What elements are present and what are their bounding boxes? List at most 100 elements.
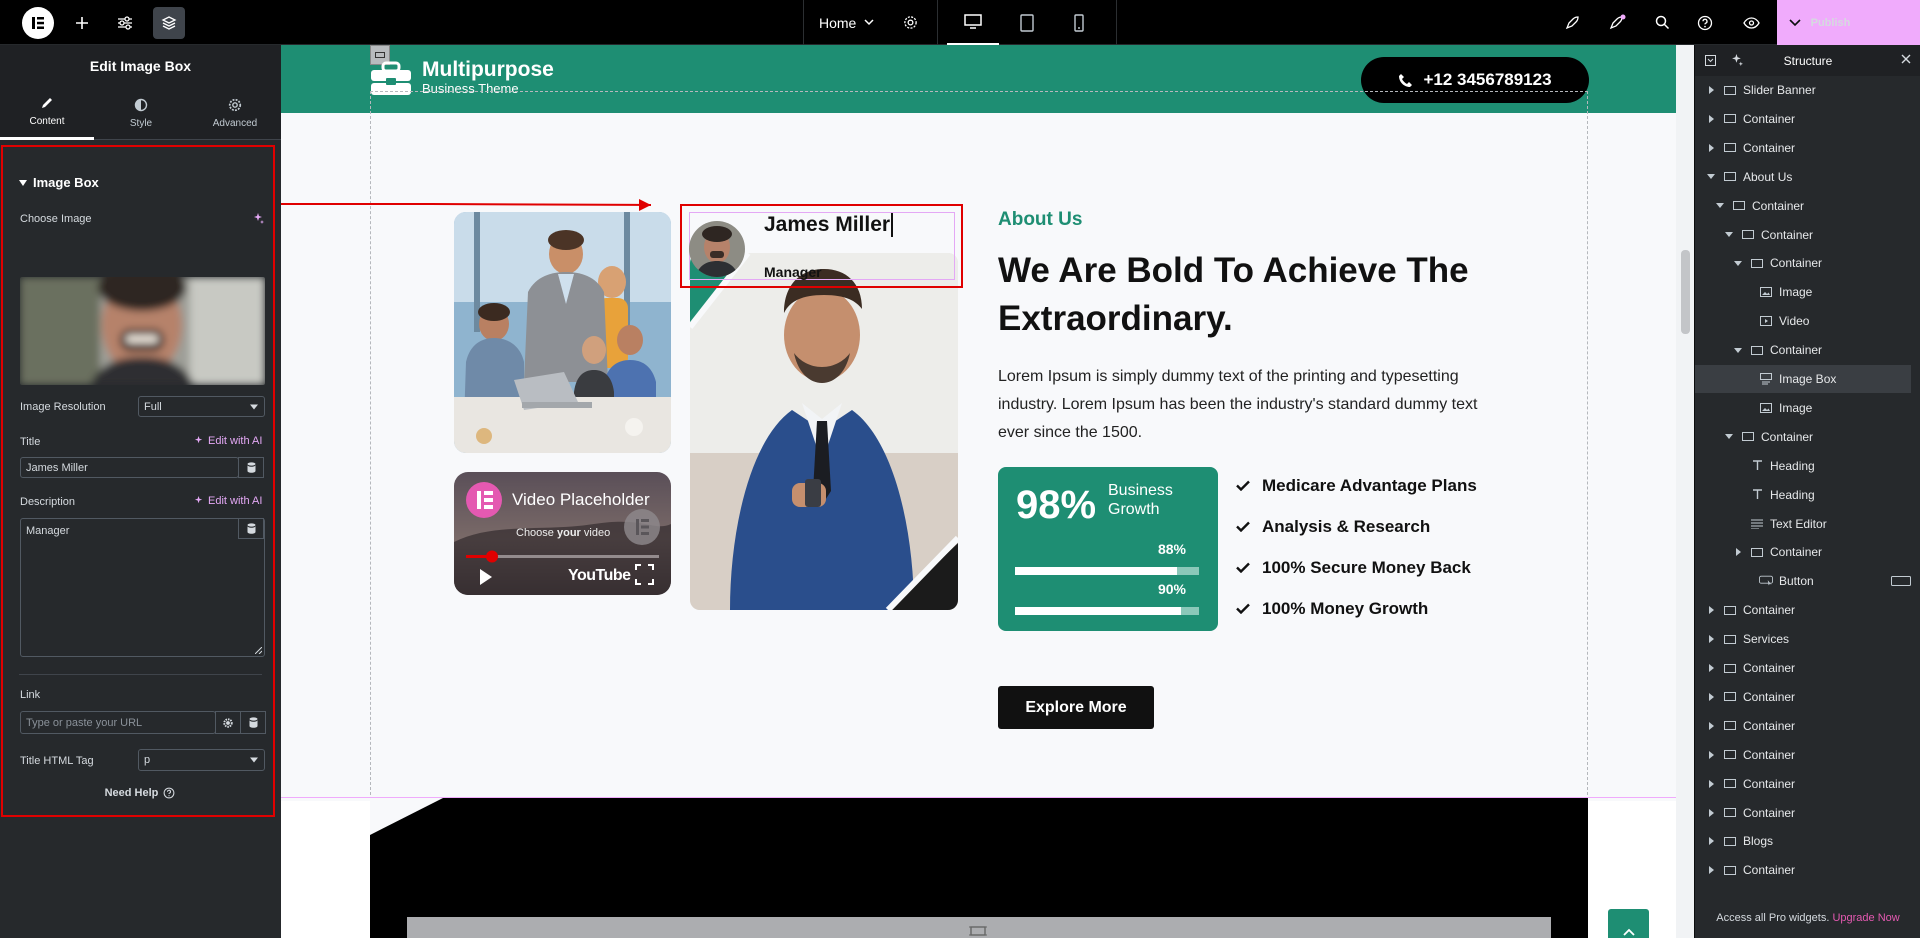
about-heading[interactable]: We Are Bold To Achieve The Extraordinary… bbox=[998, 247, 1498, 343]
structure-item[interactable]: Container bbox=[1695, 192, 1911, 220]
dynamic-tags-icon[interactable] bbox=[240, 711, 266, 734]
expand-toggle-icon[interactable] bbox=[1705, 635, 1717, 644]
search-icon[interactable] bbox=[1650, 0, 1674, 45]
expand-toggle-icon[interactable] bbox=[1705, 721, 1717, 730]
businessman-photo[interactable] bbox=[690, 253, 958, 610]
about-text[interactable]: Lorem Ipsum is simply dummy text of the … bbox=[998, 363, 1498, 447]
image-resolution-select[interactable]: Full bbox=[138, 396, 265, 417]
expand-toggle-icon[interactable] bbox=[1705, 837, 1717, 846]
close-icon[interactable] bbox=[1901, 54, 1911, 64]
rocket-icon[interactable] bbox=[1560, 0, 1584, 45]
image-box-title[interactable]: James Miller bbox=[764, 213, 894, 237]
structure-item[interactable]: Container bbox=[1695, 336, 1911, 364]
expand-toggle-icon[interactable] bbox=[1705, 143, 1717, 152]
help-icon[interactable] bbox=[1693, 0, 1717, 45]
selected-image-box[interactable]: James Miller Manager bbox=[680, 204, 963, 288]
expand-toggle-icon[interactable] bbox=[1705, 114, 1717, 123]
tab-style[interactable]: Style bbox=[94, 86, 188, 140]
expand-toggle-icon[interactable] bbox=[1732, 347, 1744, 353]
link-url-input[interactable]: Type or paste your URL bbox=[20, 711, 216, 734]
desktop-view-icon[interactable] bbox=[947, 0, 999, 45]
structure-item[interactable]: Container bbox=[1695, 538, 1911, 566]
expand-toggle-icon[interactable] bbox=[1705, 86, 1717, 94]
structure-item[interactable]: Container bbox=[1695, 423, 1911, 451]
expand-toggle-icon[interactable] bbox=[1705, 664, 1717, 672]
expand-toggle-icon[interactable] bbox=[1705, 692, 1717, 701]
title-edit-with-ai-link[interactable]: Edit with AI bbox=[194, 435, 262, 447]
structure-item[interactable]: Video bbox=[1695, 307, 1911, 335]
tab-content[interactable]: Content bbox=[0, 86, 94, 140]
preview-eye-icon[interactable] bbox=[1739, 0, 1763, 45]
structure-item[interactable]: Image Box bbox=[1695, 365, 1911, 393]
structure-item[interactable]: Button bbox=[1695, 567, 1911, 595]
structure-scrollbar[interactable] bbox=[1911, 76, 1920, 912]
structure-item[interactable]: Image bbox=[1695, 278, 1911, 306]
title-html-tag-select[interactable]: p bbox=[138, 749, 265, 771]
hidden-toggle-icon[interactable] bbox=[1891, 576, 1911, 587]
expand-toggle-icon[interactable] bbox=[1705, 750, 1717, 759]
structure-layers-icon[interactable] bbox=[153, 7, 185, 39]
site-settings-icon[interactable] bbox=[113, 0, 137, 45]
canvas-scrollbar[interactable] bbox=[1677, 45, 1694, 938]
tab-advanced[interactable]: Advanced bbox=[188, 86, 282, 140]
description-textarea[interactable]: Manager bbox=[20, 518, 265, 657]
structure-item[interactable]: Container bbox=[1695, 856, 1911, 884]
structure-item[interactable]: Container bbox=[1695, 799, 1911, 827]
structure-item[interactable]: Container bbox=[1695, 654, 1911, 682]
about-kicker[interactable]: About Us bbox=[998, 209, 1082, 231]
image-box-description[interactable]: Manager bbox=[764, 264, 822, 280]
dynamic-tags-icon[interactable] bbox=[238, 457, 264, 478]
page-selector[interactable]: Home bbox=[819, 0, 874, 45]
structure-item[interactable]: Container bbox=[1695, 105, 1911, 133]
expand-toggle-icon[interactable] bbox=[1723, 232, 1735, 237]
expand-toggle-icon[interactable] bbox=[1714, 203, 1726, 209]
add-element-icon[interactable] bbox=[70, 0, 94, 45]
structure-item[interactable]: About Us bbox=[1695, 163, 1911, 191]
expand-toggle-icon[interactable] bbox=[1705, 866, 1717, 875]
expand-toggle-icon[interactable] bbox=[1705, 174, 1717, 180]
link-options-gear-icon[interactable] bbox=[215, 711, 241, 734]
notifications-icon[interactable] bbox=[1605, 0, 1629, 45]
structure-item[interactable]: Container bbox=[1695, 741, 1911, 769]
structure-item[interactable]: Image bbox=[1695, 394, 1911, 422]
chosen-image-preview[interactable] bbox=[20, 277, 265, 385]
structure-item[interactable]: Container bbox=[1695, 712, 1911, 740]
need-help-link[interactable]: Need Help bbox=[3, 787, 277, 799]
expand-toggle-icon[interactable] bbox=[1705, 808, 1717, 817]
ai-sparkle-icon[interactable] bbox=[253, 213, 264, 224]
elementor-logo-icon[interactable] bbox=[22, 7, 54, 39]
video-placeholder[interactable]: Video Placeholder Choose your video YouT… bbox=[454, 472, 671, 595]
structure-item[interactable]: Services bbox=[1695, 625, 1911, 653]
section-handle-icon[interactable] bbox=[969, 925, 987, 937]
structure-item[interactable]: Container bbox=[1695, 596, 1911, 624]
expand-toggle-icon[interactable] bbox=[1732, 548, 1744, 557]
stat-card[interactable]: 98% Business Growth 88% 90% bbox=[998, 467, 1218, 631]
structure-item[interactable]: Heading bbox=[1695, 452, 1911, 480]
scroll-to-top-button[interactable] bbox=[1608, 909, 1649, 938]
structure-item[interactable]: Text Editor bbox=[1695, 510, 1911, 538]
publish-button[interactable]: Publish bbox=[1777, 0, 1920, 45]
structure-item[interactable]: Container bbox=[1695, 770, 1911, 798]
section-toggle[interactable]: Image Box bbox=[19, 175, 99, 190]
structure-item[interactable]: Slider Banner bbox=[1695, 76, 1911, 104]
resize-handle-icon[interactable] bbox=[255, 647, 262, 654]
mobile-view-icon[interactable] bbox=[1053, 0, 1105, 45]
dynamic-tags-icon[interactable] bbox=[238, 518, 264, 539]
description-edit-with-ai-link[interactable]: Edit with AI bbox=[194, 495, 262, 507]
upgrade-now-link[interactable]: Upgrade Now bbox=[1832, 912, 1899, 924]
page-settings-gear-icon[interactable] bbox=[897, 0, 923, 45]
title-input[interactable]: James Miller bbox=[20, 457, 239, 478]
expand-toggle-icon[interactable] bbox=[1705, 779, 1717, 788]
structure-item[interactable]: Container bbox=[1695, 683, 1911, 711]
avatar[interactable] bbox=[689, 221, 745, 277]
explore-more-button[interactable]: Explore More bbox=[998, 686, 1154, 729]
tablet-view-icon[interactable] bbox=[1001, 0, 1053, 45]
structure-item[interactable]: Container bbox=[1695, 221, 1911, 249]
structure-item[interactable]: Heading bbox=[1695, 481, 1911, 509]
structure-item[interactable]: Container bbox=[1695, 249, 1911, 277]
scrollbar-thumb[interactable] bbox=[1681, 250, 1690, 334]
expand-toggle-icon[interactable] bbox=[1723, 434, 1735, 440]
team-photo[interactable] bbox=[454, 212, 671, 453]
structure-item[interactable]: Container bbox=[1695, 134, 1911, 162]
expand-toggle-icon[interactable] bbox=[1705, 606, 1717, 615]
